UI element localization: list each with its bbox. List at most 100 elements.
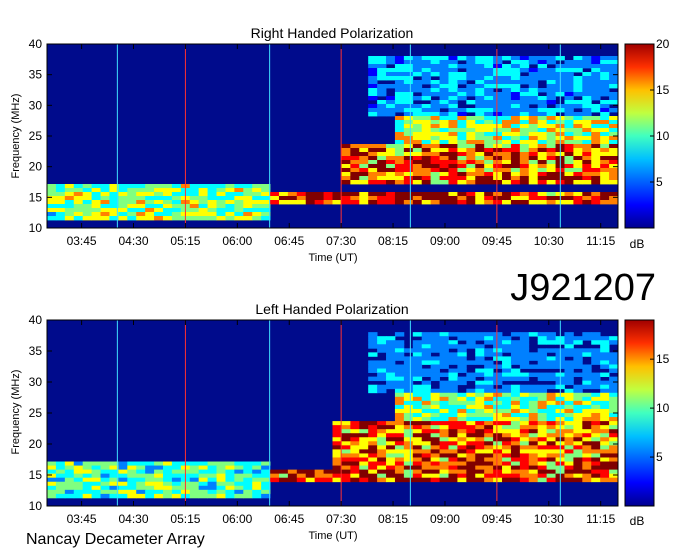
heatmap-cell <box>591 372 601 378</box>
heatmap-cell <box>519 340 530 345</box>
heatmap-cell <box>591 352 601 357</box>
heatmap-cell <box>564 156 574 161</box>
heatmap-cell <box>412 417 423 422</box>
heatmap-cell <box>430 404 440 410</box>
heatmap-cell <box>600 348 610 353</box>
heatmap-cell <box>136 200 146 205</box>
heatmap-cell <box>573 388 583 394</box>
heatmap-cell <box>47 489 57 495</box>
heatmap-cell <box>448 469 458 475</box>
heatmap-cell <box>484 433 494 438</box>
heatmap-cell <box>519 332 530 337</box>
heatmap-cell <box>582 368 592 373</box>
heatmap-cell <box>502 168 512 173</box>
heatmap-cell <box>457 473 467 479</box>
heatmap-cell <box>484 108 494 113</box>
heatmap-cell <box>537 421 548 426</box>
heatmap-cell <box>528 72 539 77</box>
heatmap-cell <box>493 72 503 77</box>
heatmap-cell <box>528 168 539 173</box>
x-tick-label: 06:00 <box>222 234 252 248</box>
y-tick-label: 25 <box>29 406 43 420</box>
heatmap-cell <box>234 208 244 213</box>
heatmap-cell <box>439 152 449 157</box>
heatmap-cell <box>448 160 458 165</box>
heatmap-cell <box>198 477 208 483</box>
heatmap-cell <box>600 192 610 197</box>
left-colorbar-unit: dB <box>630 514 645 528</box>
heatmap-cell <box>537 332 548 337</box>
heatmap-cell <box>82 489 93 495</box>
heatmap-cell <box>403 164 414 169</box>
heatmap-cell <box>591 376 601 382</box>
heatmap-cell <box>55 493 66 499</box>
heatmap-cell <box>278 192 289 197</box>
heatmap-cell <box>359 196 369 201</box>
heatmap-cell <box>91 184 101 189</box>
heatmap-cell <box>64 473 75 479</box>
x-tick-label: 06:45 <box>274 234 304 248</box>
heatmap-cell <box>582 128 592 133</box>
heatmap-cell <box>341 429 351 434</box>
heatmap-cell <box>100 200 110 205</box>
heatmap-cell <box>403 421 414 426</box>
heatmap-cell <box>261 216 271 221</box>
heatmap-cell <box>421 196 432 201</box>
x-tick-label: 09:00 <box>430 234 460 248</box>
heatmap-cell <box>466 64 476 69</box>
heatmap-cell <box>403 356 414 361</box>
heatmap-cell <box>403 120 414 125</box>
heatmap-cell <box>439 445 449 450</box>
heatmap-cell <box>225 204 235 209</box>
heatmap-cell <box>600 445 610 450</box>
heatmap-cell <box>377 172 387 177</box>
heatmap-cell <box>475 392 485 398</box>
heatmap-cell <box>127 493 137 499</box>
heatmap-cell <box>466 176 476 181</box>
heatmap-cell <box>564 104 574 109</box>
heatmap-cell <box>582 437 592 442</box>
heatmap-cell <box>448 148 458 153</box>
heatmap-cell <box>394 413 405 418</box>
heatmap-cell <box>430 473 440 479</box>
heatmap-cell <box>278 200 289 205</box>
heatmap-cell <box>91 188 101 193</box>
heatmap-cell <box>502 356 512 361</box>
heatmap-cell <box>252 469 262 475</box>
heatmap-cell <box>537 372 548 378</box>
heatmap-cell <box>537 449 548 454</box>
heatmap-cell <box>198 493 208 499</box>
heatmap-cell <box>564 457 574 462</box>
heatmap-cell <box>591 168 601 173</box>
heatmap-cell <box>564 80 574 85</box>
heatmap-cell <box>216 477 226 483</box>
heatmap-cell <box>493 124 503 129</box>
heatmap-cell <box>510 108 521 113</box>
heatmap-cell <box>502 88 512 93</box>
heatmap-cell <box>519 425 530 430</box>
heatmap-cell <box>47 493 57 499</box>
heatmap-cell <box>394 477 405 483</box>
heatmap-cell <box>377 164 387 169</box>
heatmap-cell <box>412 64 423 69</box>
heatmap-cell <box>573 112 583 117</box>
heatmap-cell <box>582 140 592 145</box>
heatmap-cell <box>457 441 467 446</box>
heatmap-cell <box>600 473 610 479</box>
heatmap-cell <box>528 388 539 394</box>
heatmap-cell <box>591 116 601 121</box>
heatmap-cell <box>457 76 467 81</box>
colorbar-tick-label: 15 <box>656 83 670 97</box>
heatmap-cell <box>510 148 521 153</box>
heatmap-cell <box>394 176 405 181</box>
heatmap-cell <box>136 481 146 487</box>
heatmap-cell <box>368 160 378 165</box>
heatmap-cell <box>546 96 556 101</box>
heatmap-cell <box>448 340 458 345</box>
heatmap-cell <box>421 465 432 471</box>
heatmap-cell <box>475 84 485 89</box>
heatmap-cell <box>439 76 449 81</box>
heatmap-cell <box>573 200 583 205</box>
heatmap-cell <box>243 481 253 487</box>
heatmap-cell <box>457 368 467 373</box>
